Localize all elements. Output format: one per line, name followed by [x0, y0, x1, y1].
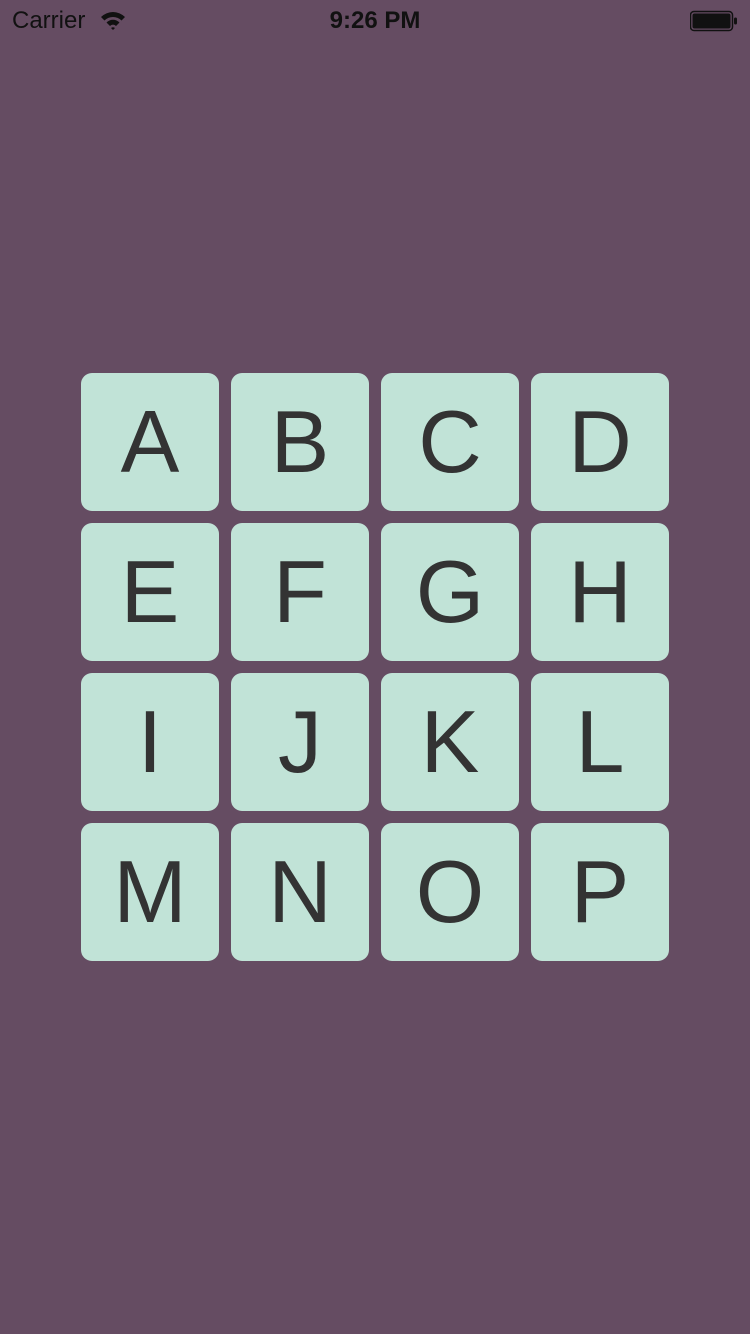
letter-tile-m[interactable]: M [81, 823, 219, 961]
letter-tile-h[interactable]: H [531, 523, 669, 661]
letter-tile-k[interactable]: K [381, 673, 519, 811]
letter-tile-f[interactable]: F [231, 523, 369, 661]
letter-tile-n[interactable]: N [231, 823, 369, 961]
status-bar: Carrier 9:26 PM [0, 0, 750, 40]
letter-tile-b[interactable]: B [231, 373, 369, 511]
letter-tile-a[interactable]: A [81, 373, 219, 511]
letter-tile-e[interactable]: E [81, 523, 219, 661]
letter-grid: A B C D E F G H I J K L M N O P [81, 373, 669, 961]
letter-tile-j[interactable]: J [231, 673, 369, 811]
status-time: 9:26 PM [329, 7, 421, 34]
letter-tile-g[interactable]: G [381, 523, 519, 661]
battery-icon [689, 10, 738, 32]
letter-tile-l[interactable]: L [531, 673, 669, 811]
letter-tile-p[interactable]: P [531, 823, 669, 961]
letter-tile-i[interactable]: I [81, 673, 219, 811]
letter-tile-c[interactable]: C [381, 373, 519, 511]
letter-tile-d[interactable]: D [531, 373, 669, 511]
letter-tile-o[interactable]: O [381, 823, 519, 961]
